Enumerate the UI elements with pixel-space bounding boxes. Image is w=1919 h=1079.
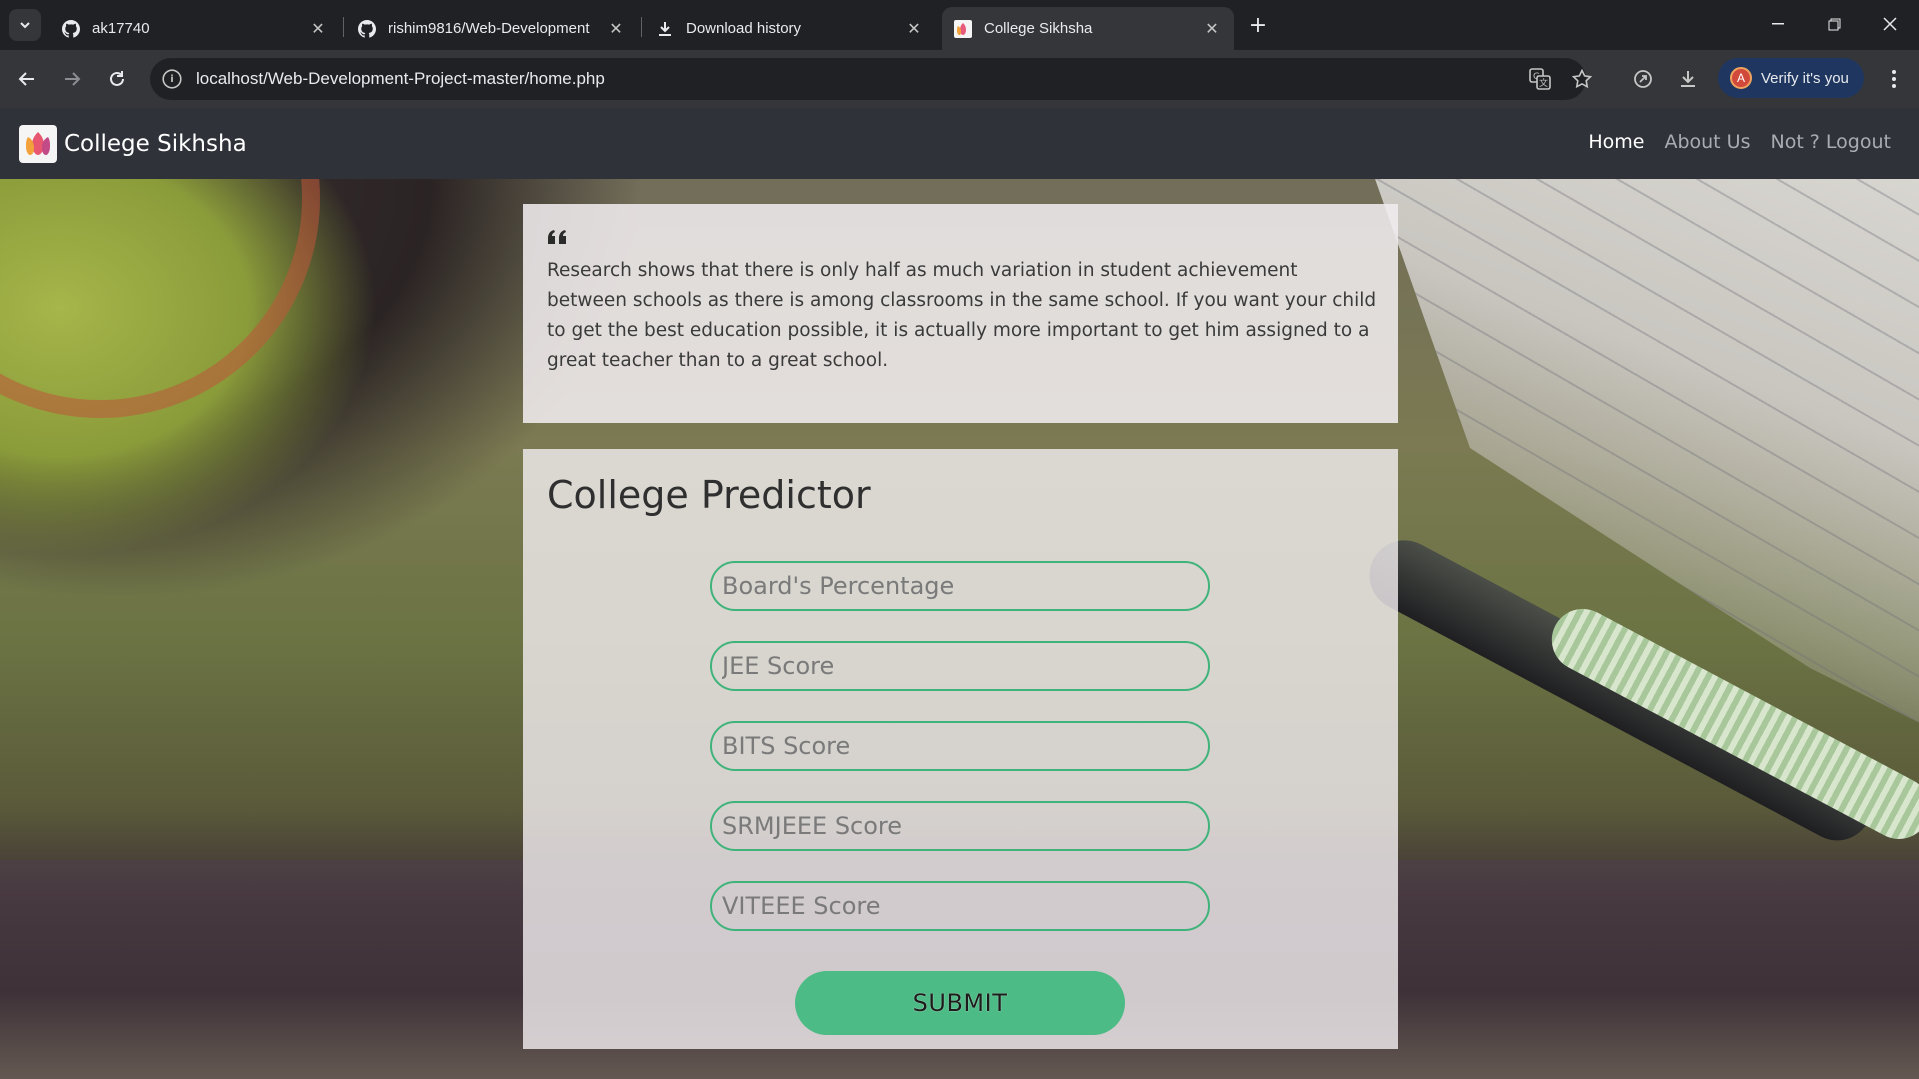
nav-about-us[interactable]: About Us: [1664, 131, 1750, 153]
download-icon: [656, 20, 674, 38]
browser-menu-button[interactable]: [1880, 63, 1908, 95]
forward-button[interactable]: [56, 63, 88, 95]
chevron-down-icon: [20, 22, 30, 29]
viteee-score-input[interactable]: [710, 881, 1210, 931]
svg-text:文: 文: [1539, 77, 1548, 89]
tab-search-button[interactable]: [9, 9, 41, 41]
submit-button[interactable]: SUBMIT: [795, 971, 1125, 1035]
close-window-button[interactable]: [1870, 8, 1910, 40]
tab-title: rishim9816/Web-Development: [388, 20, 590, 37]
site-info-icon[interactable]: i: [162, 69, 182, 89]
downloads-icon[interactable]: [1672, 63, 1704, 95]
tab-title: College Sikhsha: [984, 20, 1093, 37]
address-bar[interactable]: i localhost/Web-Development-Project-mast…: [150, 58, 1592, 100]
site-navbar: College Sikhsha Home About Us Not ? Logo…: [0, 108, 1919, 179]
restore-icon: [1828, 18, 1840, 30]
github-icon: [358, 19, 376, 38]
plus-icon: +: [1248, 12, 1268, 38]
tab-separator: [343, 17, 344, 37]
url-text[interactable]: localhost/Web-Development-Project-master…: [196, 69, 605, 89]
tab-title: ak17740: [92, 20, 150, 37]
tab-title: Download history: [686, 20, 802, 37]
github-icon: [62, 19, 80, 38]
quote-card: Research shows that there is only half a…: [523, 204, 1398, 423]
college-sikhsha-favicon: [954, 19, 972, 38]
minimize-button[interactable]: [1758, 8, 1798, 40]
brand-link[interactable]: College Sikhsha: [19, 125, 247, 163]
college-predictor-card: College Predictor SUBMIT: [523, 449, 1398, 1049]
tab-separator: [641, 17, 642, 37]
close-icon: [1883, 17, 1897, 31]
close-icon[interactable]: ✕: [1202, 19, 1222, 39]
close-icon[interactable]: ✕: [606, 19, 626, 39]
nav-logout[interactable]: Not ? Logout: [1770, 131, 1891, 153]
bits-score-input[interactable]: [710, 721, 1210, 771]
boards-percentage-input[interactable]: [710, 561, 1210, 611]
srmjeee-score-input[interactable]: [710, 801, 1210, 851]
back-button[interactable]: [11, 63, 43, 95]
browser-toolbar: i localhost/Web-Development-Project-mast…: [0, 50, 1919, 108]
tab-college-sikhsha[interactable]: College Sikhsha ✕: [942, 7, 1234, 50]
profile-verify-button[interactable]: A Verify it's you: [1718, 58, 1864, 98]
new-tab-button[interactable]: +: [1244, 11, 1272, 39]
more-vertical-icon: [1892, 70, 1896, 88]
brand-logo-icon: [19, 125, 57, 163]
close-icon[interactable]: ✕: [904, 19, 924, 39]
tab-download-history[interactable]: Download history ✕: [644, 7, 936, 50]
brand-name: College Sikhsha: [64, 131, 247, 157]
extensions-icon[interactable]: [1627, 63, 1659, 95]
tab-ak17740[interactable]: ak17740 ✕: [50, 7, 340, 50]
bookmark-star-icon[interactable]: [1570, 67, 1594, 91]
quote-icon: [548, 230, 566, 244]
quote-text: Research shows that there is only half a…: [547, 260, 1377, 371]
translate-icon[interactable]: G文: [1528, 67, 1552, 91]
tab-web-development[interactable]: rishim9816/Web-Development ✕: [346, 7, 638, 50]
predictor-title: College Predictor: [547, 473, 871, 517]
profile-label: Verify it's you: [1761, 69, 1849, 87]
close-icon[interactable]: ✕: [308, 19, 328, 39]
jee-score-input[interactable]: [710, 641, 1210, 691]
arrow-left-icon: [18, 72, 34, 86]
nav-home[interactable]: Home: [1588, 131, 1644, 153]
reload-button[interactable]: [101, 63, 133, 95]
minimize-icon: [1772, 23, 1784, 25]
nav-links: Home About Us Not ? Logout: [1588, 131, 1891, 153]
arrow-right-icon: [65, 72, 81, 86]
browser-tabstrip: ak17740 ✕ rishim9816/Web-Development ✕ D…: [0, 0, 1919, 50]
page-viewport: College Sikhsha Home About Us Not ? Logo…: [0, 108, 1919, 1079]
avatar: A: [1730, 67, 1752, 89]
restore-button[interactable]: [1814, 8, 1854, 40]
reload-icon: [110, 71, 124, 86]
